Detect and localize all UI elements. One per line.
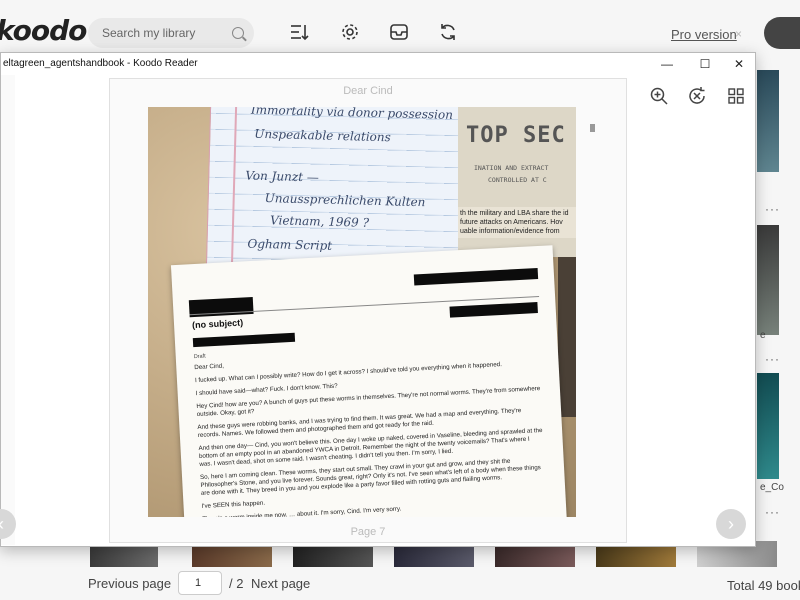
app-logo: koodo: [0, 14, 87, 47]
chapter-title: Dear Cind: [343, 85, 393, 97]
page-illustration: Immortality via donor possession Unspeak…: [148, 107, 576, 517]
email-draft-label: Draft: [193, 353, 206, 361]
close-button[interactable]: ✕: [721, 53, 757, 75]
handwritten-note: Immortality via donor possession: [250, 107, 454, 122]
window-title: eltagreen_agentshandbook - Koodo Reader: [3, 58, 198, 69]
handwritten-note: Unaussprechlichen Kulten: [264, 191, 426, 210]
pro-version-link[interactable]: Pro version: [671, 27, 737, 42]
search-icon[interactable]: [232, 27, 244, 39]
sort-icon[interactable]: [288, 20, 312, 44]
search-input[interactable]: Search my library: [102, 26, 232, 40]
previous-page-button[interactable]: Previous page: [88, 576, 171, 591]
minimize-button[interactable]: —: [649, 53, 685, 75]
search-box[interactable]: Search my library: [88, 18, 254, 48]
redaction-bar: [449, 302, 538, 318]
handwritten-note: Ogham Script: [247, 236, 333, 253]
book-grid-right: ··· ··· ···: [757, 60, 800, 530]
redaction-bar: [413, 268, 539, 286]
next-page-button[interactable]: Next page: [251, 576, 310, 591]
zoom-in-icon[interactable]: [649, 86, 669, 106]
maximize-button[interactable]: ☐: [687, 53, 723, 75]
redacted-email: (no subject) Draft Dear Cind, I fucked u…: [170, 245, 568, 517]
clipping-strip: [558, 257, 576, 417]
pagination-bar: Previous page 1 / 2 Next page Total 49 b…: [0, 570, 800, 598]
page-number-label: Page 7: [350, 526, 386, 538]
page-scrollbar[interactable]: [590, 124, 595, 132]
settings-gear-icon[interactable]: [338, 20, 362, 44]
redaction-bar: [192, 332, 296, 348]
total-books-count: Total 49 books: [727, 578, 800, 593]
book-caption: e: [760, 330, 766, 341]
action-pill-button[interactable]: [764, 17, 800, 49]
top-secret-title: TOP SEC: [466, 123, 566, 148]
book-cover[interactable]: [757, 225, 779, 335]
top-secret-subtitle: INATION AND EXTRACT: [474, 164, 549, 172]
sidebar-edge: [1, 75, 15, 545]
top-secret-subtitle: CONTROLLED AT C: [488, 176, 547, 184]
exit-reader-icon[interactable]: [687, 86, 707, 106]
book-more-icon[interactable]: ···: [765, 202, 780, 216]
top-secret-body: th the military and LBA share the id fut…: [458, 207, 576, 238]
sync-icon[interactable]: [436, 20, 460, 44]
email-subject: (no subject): [191, 317, 244, 331]
book-caption: e_Co: [760, 482, 784, 493]
book-cover[interactable]: [757, 70, 779, 172]
inbox-icon[interactable]: [387, 20, 411, 44]
handwritten-note: Unspeakable relations: [254, 126, 391, 145]
handwritten-note: Vietnam, 1969 ?: [269, 213, 370, 230]
reader-window: eltagreen_agentshandbook - Koodo Reader …: [0, 52, 756, 547]
reader-page[interactable]: Dear Cind Immortality via donor possessi…: [109, 78, 627, 543]
next-page-arrow-icon[interactable]: ›: [716, 509, 746, 539]
pro-close-icon[interactable]: ×: [735, 27, 742, 41]
book-cover[interactable]: [757, 373, 779, 479]
grid-view-icon[interactable]: [726, 86, 746, 106]
notebook-margin-line: [230, 107, 238, 274]
window-titlebar[interactable]: eltagreen_agentshandbook - Koodo Reader …: [1, 53, 755, 75]
handwritten-note: Von Junzt —: [245, 168, 320, 185]
book-more-icon[interactable]: ···: [765, 505, 780, 519]
page-total: / 2: [229, 576, 244, 591]
email-body: Dear Cind, I fucked up. What can I possi…: [194, 346, 547, 517]
page-number-input[interactable]: 1: [178, 571, 222, 595]
book-more-icon[interactable]: ···: [765, 352, 780, 366]
